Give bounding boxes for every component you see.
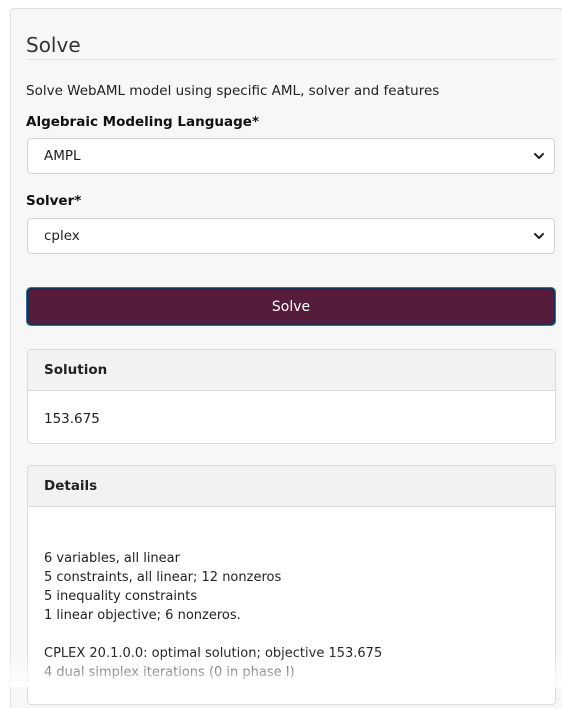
aml-label: Algebraic Modeling Language* xyxy=(26,114,259,130)
solve-panel: Solve Solve WebAML model using specific … xyxy=(10,8,562,708)
panel-description: Solve WebAML model using specific AML, s… xyxy=(26,83,439,99)
panel-title: Solve xyxy=(26,33,81,57)
solver-label: Solver* xyxy=(26,193,81,209)
aml-select[interactable]: AMPL xyxy=(27,138,555,174)
solution-header: Solution xyxy=(28,350,555,391)
solve-button[interactable]: Solve xyxy=(27,288,555,325)
title-divider xyxy=(26,59,556,60)
solver-select[interactable]: cplex xyxy=(27,218,555,254)
chevron-down-icon xyxy=(532,149,546,163)
details-output: 6 variables, all linear 5 constraints, a… xyxy=(44,511,555,682)
details-card: Details 6 variables, all linear 5 constr… xyxy=(27,465,556,705)
solver-select-value: cplex xyxy=(44,228,80,244)
solution-card: Solution 153.675 xyxy=(27,349,556,444)
aml-select-value: AMPL xyxy=(44,148,81,164)
details-header: Details xyxy=(28,466,555,507)
chevron-down-icon xyxy=(532,229,546,243)
solution-value: 153.675 xyxy=(28,391,555,427)
